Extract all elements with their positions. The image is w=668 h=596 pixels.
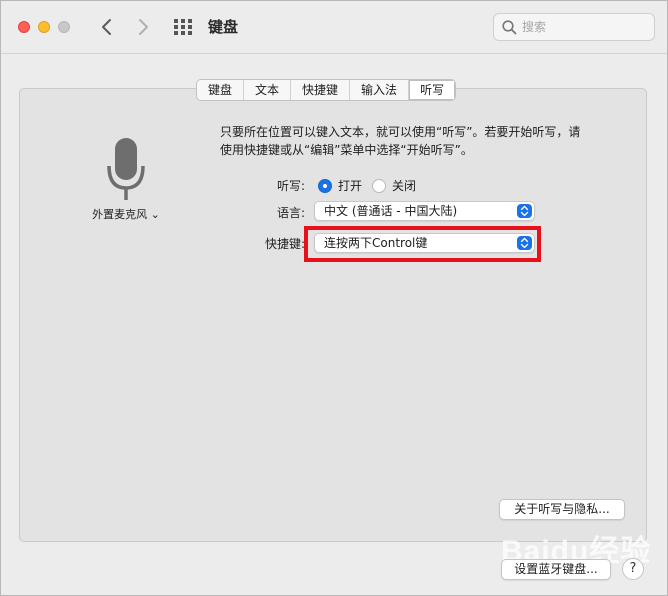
window-title: 键盘 bbox=[208, 18, 239, 36]
annotation-highlight-box bbox=[304, 226, 541, 262]
back-button[interactable] bbox=[95, 15, 119, 39]
microphone-selector[interactable]: 外置麦克风 ⌄ bbox=[81, 206, 171, 222]
microphone-section: 外置麦克风 ⌄ bbox=[81, 136, 171, 222]
setup-bluetooth-keyboard-button[interactable]: 设置蓝牙键盘... bbox=[501, 559, 611, 580]
language-value: 中文 (普通话 - 中国大陆) bbox=[324, 204, 458, 218]
close-window-button[interactable] bbox=[18, 21, 30, 33]
shortcut-label: 快捷键: bbox=[264, 237, 305, 251]
chevron-left-icon bbox=[102, 19, 111, 35]
dictation-off-label: 关闭 bbox=[392, 179, 417, 193]
search-icon bbox=[502, 20, 517, 35]
tab-shortcuts[interactable]: 快捷键 bbox=[291, 80, 351, 100]
dictation-on-radio[interactable] bbox=[318, 178, 332, 193]
search-input[interactable] bbox=[522, 18, 648, 36]
show-all-grid-icon[interactable] bbox=[174, 19, 192, 35]
dictation-description: 只要所在位置可以键入文本，就可以使用“听写”。若要开始听写，请使用快捷键或从“编… bbox=[220, 125, 581, 157]
tab-text[interactable]: 文本 bbox=[244, 80, 292, 100]
tab-bar: 键盘 文本 快捷键 输入法 听写 bbox=[196, 79, 457, 101]
tab-input-sources[interactable]: 输入法 bbox=[350, 80, 410, 100]
search-field[interactable] bbox=[493, 13, 655, 41]
title-bar: 键盘 bbox=[1, 1, 667, 54]
dictation-on-label: 打开 bbox=[338, 179, 363, 193]
language-label: 语言: bbox=[276, 206, 305, 220]
forward-button[interactable] bbox=[131, 15, 155, 39]
dictation-label: 听写: bbox=[276, 179, 305, 193]
about-dictation-privacy-button[interactable]: 关于听写与隐私... bbox=[499, 499, 625, 520]
help-button[interactable]: ? bbox=[622, 558, 644, 580]
popup-stepper-icon bbox=[517, 204, 532, 218]
microphone-icon bbox=[107, 138, 145, 200]
preferences-window: 键盘 键盘 文本 快捷键 输入法 听写 外置麦克风 ⌄ 只要所在位置可以键入文本… bbox=[0, 0, 668, 596]
dictation-off-radio[interactable] bbox=[372, 178, 387, 193]
tab-keyboard[interactable]: 键盘 bbox=[197, 80, 245, 100]
zoom-window-button[interactable] bbox=[58, 21, 70, 33]
dictation-radio-group: 打开 关闭 bbox=[318, 177, 426, 194]
language-select[interactable]: 中文 (普通话 - 中国大陆) bbox=[314, 201, 535, 221]
chevron-right-icon bbox=[139, 19, 148, 35]
tab-dictation[interactable]: 听写 bbox=[409, 80, 456, 100]
minimize-window-button[interactable] bbox=[38, 21, 50, 33]
